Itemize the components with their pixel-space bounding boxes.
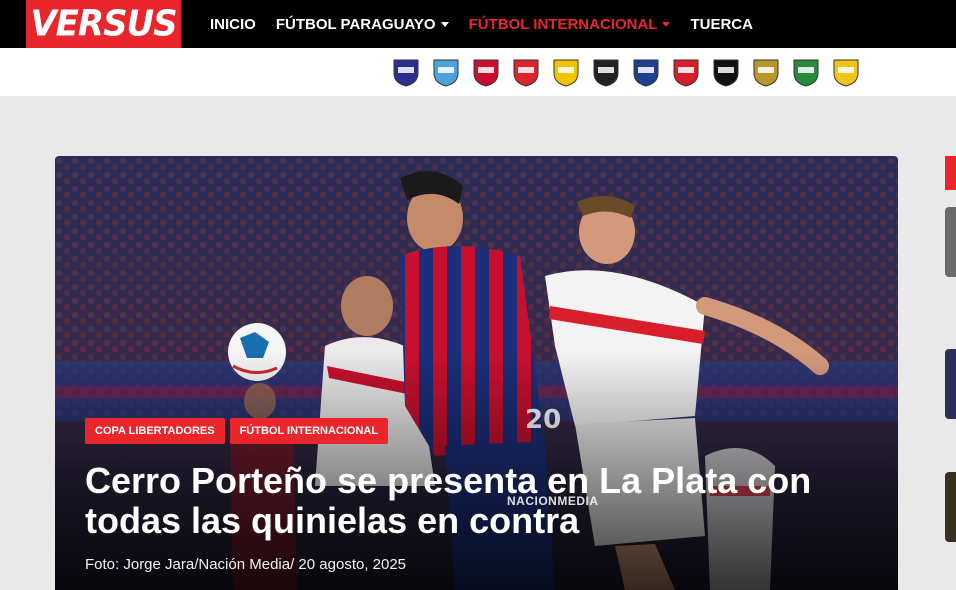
club-crest-list [391,56,871,88]
chevron-down-icon [440,22,449,27]
sidebar-thumbnail[interactable] [945,207,956,277]
club-crest-6-icon[interactable] [591,56,621,88]
nav-futbol-paraguayo[interactable]: FÚTBOL PARAGUAYO [276,16,449,33]
nav-futbol-internacional[interactable]: FÚTBOL INTERNACIONAL [469,16,671,33]
club-crest-5-icon[interactable] [551,56,581,88]
nav-inicio-label: INICIO [210,15,256,33]
tag-copa-libertadores[interactable]: COPA LIBERTADORES [85,418,225,444]
club-crest-9-icon[interactable] [711,56,741,88]
sidebar-section-header [945,156,956,190]
article-headline[interactable]: Cerro Porteño se presenta en La Plata co… [85,461,875,541]
club-crest-12-icon[interactable] [831,56,861,88]
main-nav: INICIO FÚTBOL PARAGUAYO FÚTBOL INTERNACI… [200,0,763,48]
top-navbar: VERSUS INICIO FÚTBOL PARAGUAYO FÚTBOL IN… [0,0,956,48]
photo-caption: Foto: Jorge Jara/Nación Media/ 20 agosto… [85,556,407,573]
sidebar-thumbnail[interactable] [945,349,956,419]
sidebar-thumbnail[interactable] [945,472,956,542]
club-crest-3-icon[interactable] [471,56,501,88]
club-crest-8-icon[interactable] [671,56,701,88]
tag-futbol-internacional[interactable]: FÚTBOL INTERNACIONAL [229,418,389,444]
hero-article[interactable]: 20 NACIONMEDIA COPA LIBERTADORES FÚTBOL … [55,156,898,590]
logo-text: VERSUS [30,3,177,45]
club-crest-10-icon[interactable] [751,56,781,88]
chevron-down-icon [662,22,671,27]
versus-logo[interactable]: VERSUS [26,0,181,48]
club-crest-7-icon[interactable] [631,56,661,88]
club-crests-bar [0,48,956,96]
nav-tuerca-label: TUERCA [690,15,753,33]
club-crest-4-icon[interactable] [511,56,541,88]
nav-inicio[interactable]: INICIO [210,16,256,33]
club-crest-11-icon[interactable] [791,56,821,88]
nav-futbol-internacional-label: FÚTBOL INTERNACIONAL [468,15,658,33]
nav-futbol-paraguayo-label: FÚTBOL PARAGUAYO [275,15,436,33]
nav-tuerca[interactable]: TUERCA [690,16,753,33]
club-crest-2-icon[interactable] [431,56,461,88]
club-crest-1-icon[interactable] [391,56,421,88]
article-tags: COPA LIBERTADORES FÚTBOL INTERNACIONAL [85,418,393,444]
